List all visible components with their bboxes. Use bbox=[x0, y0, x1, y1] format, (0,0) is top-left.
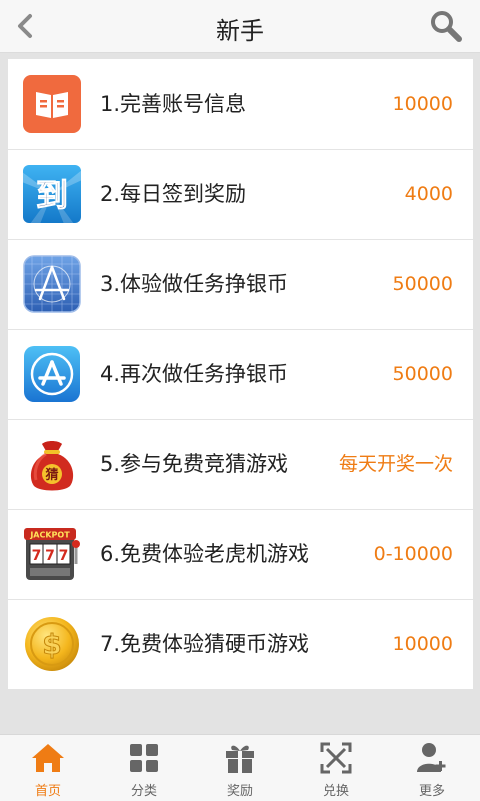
task-label: 7.免费体验猜硬币游戏 bbox=[100, 632, 310, 656]
tab-label: 奖励 bbox=[226, 784, 253, 799]
task-reward: 10000 bbox=[392, 633, 453, 655]
app-store-blueprint-icon bbox=[23, 255, 81, 313]
task-row-guess-game[interactable]: 猜 5.参与免费竞猜游戏 每天开奖一次 bbox=[8, 419, 473, 510]
app-store-icon bbox=[24, 346, 80, 402]
slot-machine-icon-text: JACKPOT bbox=[29, 531, 70, 540]
svg-text:$: $ bbox=[42, 628, 61, 661]
tab-more[interactable]: 更多 bbox=[384, 735, 480, 801]
task-reward: 10000 bbox=[392, 93, 453, 115]
user-plus-icon bbox=[417, 743, 446, 772]
svg-text:7: 7 bbox=[32, 548, 42, 564]
task-reward: 50000 bbox=[392, 273, 453, 295]
task-row-account-info[interactable]: 1.完善账号信息 10000 bbox=[8, 59, 473, 150]
task-reward: 4000 bbox=[404, 183, 453, 205]
gift-icon bbox=[226, 745, 254, 773]
tab-label: 分类 bbox=[130, 784, 157, 799]
book-icon bbox=[23, 75, 81, 133]
tab-label: 更多 bbox=[418, 784, 445, 799]
task-reward: 0-10000 bbox=[373, 543, 453, 565]
tab-exchange[interactable]: 兑换 bbox=[288, 735, 384, 801]
task-row-try-task[interactable]: 3.体验做任务挣银币 50000 bbox=[8, 239, 473, 330]
tab-category[interactable]: 分类 bbox=[96, 735, 192, 801]
money-bag-icon: 猜 bbox=[30, 441, 74, 491]
home-icon bbox=[32, 744, 64, 772]
gold-coin-icon: $ bbox=[25, 617, 79, 671]
search-icon[interactable] bbox=[428, 8, 464, 44]
bottom-tab-bar: 首页 分类 奖励 兑换 更多 bbox=[0, 734, 480, 801]
page-title: 新手 bbox=[216, 17, 264, 45]
task-row-coin-game[interactable]: $ 7.免费体验猜硬币游戏 10000 bbox=[8, 599, 473, 689]
exchange-icon bbox=[320, 742, 352, 774]
slot-machine-icon: JACKPOT 7 7 7 bbox=[24, 528, 80, 580]
task-row-daily-checkin[interactable]: 到 2.每日签到奖励 4000 bbox=[8, 149, 473, 240]
grid-icon bbox=[130, 744, 158, 772]
tab-rewards[interactable]: 奖励 bbox=[192, 735, 288, 801]
task-list: 1.完善账号信息 10000 到 2.每日签到奖励 4000 3.体验做任务挣银… bbox=[8, 59, 473, 689]
task-label: 4.再次做任务挣银币 bbox=[100, 362, 289, 386]
tab-label: 兑换 bbox=[322, 784, 349, 799]
money-bag-icon-text: 猜 bbox=[44, 467, 58, 483]
checkin-icon-text: 到 bbox=[36, 176, 68, 214]
checkin-icon: 到 bbox=[22, 165, 82, 224]
svg-text:7: 7 bbox=[59, 548, 69, 564]
task-label: 5.参与免费竞猜游戏 bbox=[100, 452, 289, 476]
task-row-slot-machine[interactable]: JACKPOT 7 7 7 6.免费体验老虎机游戏 0-10000 bbox=[8, 509, 473, 600]
task-label: 1.完善账号信息 bbox=[100, 92, 247, 116]
top-bar: 新手 bbox=[0, 0, 480, 53]
task-row-retry-task[interactable]: 4.再次做任务挣银币 50000 bbox=[8, 329, 473, 420]
svg-text:7: 7 bbox=[45, 548, 55, 564]
tab-label: 首页 bbox=[34, 784, 61, 799]
task-label: 2.每日签到奖励 bbox=[100, 182, 247, 206]
task-label: 6.免费体验老虎机游戏 bbox=[100, 542, 310, 566]
task-label: 3.体验做任务挣银币 bbox=[100, 272, 289, 296]
task-reward: 每天开奖一次 bbox=[338, 453, 453, 475]
tab-home[interactable]: 首页 bbox=[0, 735, 96, 801]
task-reward: 50000 bbox=[392, 363, 453, 385]
